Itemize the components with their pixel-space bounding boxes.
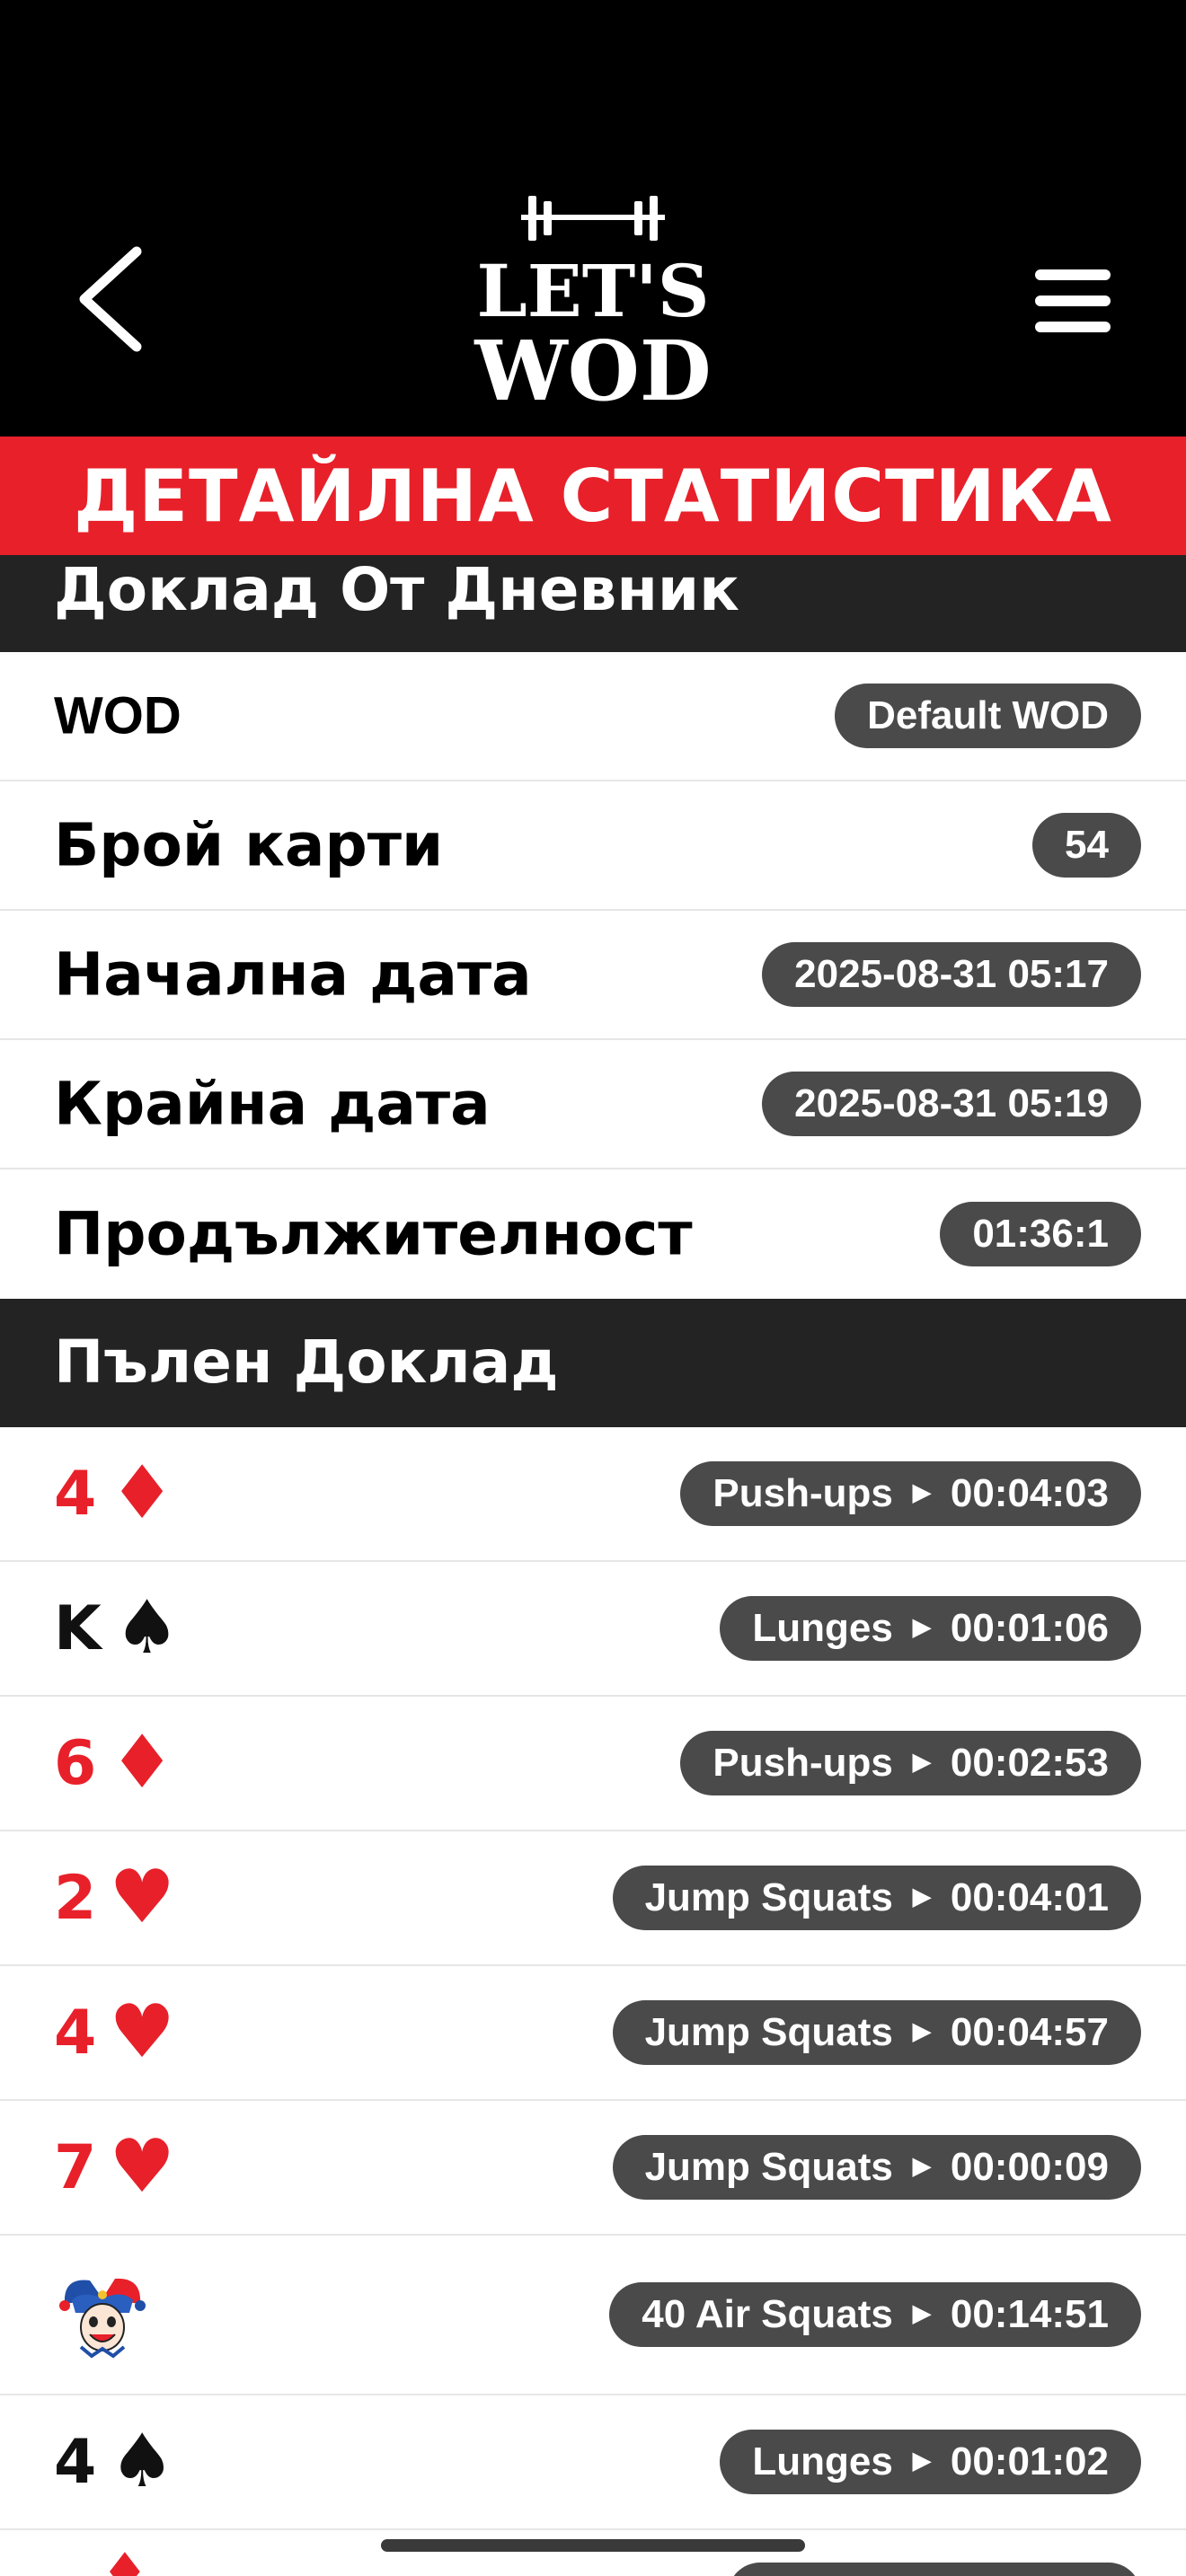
summary-label: Брой карти: [54, 810, 444, 880]
diamond-icon: ♦: [101, 2542, 149, 2576]
exercise-time: 00:04:03: [950, 1471, 1109, 1515]
play-arrow-icon: ▶: [912, 1478, 931, 1506]
joker-icon: [59, 2278, 146, 2359]
summary-value-badge: Default WOD: [835, 684, 1141, 748]
exercise-time: 00:14:51: [950, 2292, 1109, 2336]
play-arrow-icon: ▶: [912, 1748, 931, 1776]
play-arrow-icon: ▶: [912, 1883, 931, 1910]
page-title-banner: ДЕТАЙЛНА СТАТИСТИКА: [0, 437, 1186, 555]
full-report-section-title: Пълен Доклад: [54, 1328, 559, 1397]
exercise-name: Push-ups: [712, 1741, 893, 1785]
card-rank: K: [54, 1592, 102, 1664]
exercise-time: 00:04:57: [950, 2010, 1109, 2054]
summary-row-end-date: Крайна дата 2025-08-31 05:19: [0, 1040, 1186, 1169]
exercise-time: 00:01:06: [950, 1606, 1109, 1650]
exercise-time-badge: [728, 2563, 1141, 2576]
diamond-icon: ♦: [109, 1720, 175, 1805]
play-arrow-icon: ▶: [912, 2017, 931, 2045]
heart-icon: ♥: [109, 1989, 175, 2075]
summary-label: Продължителност: [54, 1199, 693, 1269]
exercise-time-badge: Lunges ▶ 00:01:06: [720, 1596, 1141, 1661]
exercise-time-badge: Jump Squats ▶ 00:00:09: [612, 2135, 1141, 2200]
card-face: 4 ♠: [54, 2425, 175, 2499]
report-row[interactable]: 2 ♥ Jump Squats ▶ 00:04:01: [0, 1831, 1186, 1966]
exercise-name: Jump Squats: [644, 2010, 893, 2054]
app-header: LET'S WOD: [0, 0, 1186, 437]
card-face: 4 ♦: [54, 1457, 175, 1531]
summary-label: WOD: [54, 686, 181, 745]
summary-section-title: Доклад От Дневник: [54, 555, 739, 624]
report-row[interactable]: K ♠ Lunges ▶ 00:01:06: [0, 1562, 1186, 1697]
exercise-time: 00:00:09: [950, 2145, 1109, 2189]
summary-value-badge: 2025-08-31 05:17: [762, 942, 1141, 1007]
exercise-name: 40 Air Squats: [642, 2292, 893, 2336]
exercise-name: Jump Squats: [644, 2145, 893, 2189]
exercise-name: Jump Squats: [644, 1875, 893, 1919]
play-arrow-icon: ▶: [912, 1613, 931, 1641]
exercise-time-badge: Push-ups ▶ 00:02:53: [680, 1731, 1141, 1795]
exercise-name: Lunges: [752, 2439, 893, 2483]
report-row[interactable]: 4 ♥ Jump Squats ▶ 00:04:57: [0, 1966, 1186, 2101]
summary-row-wod: WOD Default WOD: [0, 652, 1186, 781]
report-row[interactable]: 6 ♦ Push-ups ▶ 00:02:53: [0, 1697, 1186, 1831]
heart-icon: ♥: [109, 2124, 175, 2210]
chevron-left-icon: [79, 246, 142, 352]
card-rank: 2: [54, 1862, 97, 1934]
full-report-section-header: Пълен Доклад: [0, 1299, 1186, 1427]
svg-text:LET'S: LET'S: [476, 249, 709, 333]
card-face: 4 ♥: [54, 1996, 175, 2069]
exercise-time-badge: Lunges ▶ 00:01:02: [720, 2430, 1141, 2494]
barbell-icon: [521, 196, 665, 241]
summary-row-start-date: Начална дата 2025-08-31 05:17: [0, 911, 1186, 1040]
report-row[interactable]: 4 ♠ Lunges ▶ 00:01:02: [0, 2395, 1186, 2530]
report-row[interactable]: 40 Air Squats ▶ 00:14:51: [0, 2236, 1186, 2395]
card-face: 2 ♥: [54, 1861, 175, 1935]
report-row[interactable]: 4 ♦ Push-ups ▶ 00:04:03: [0, 1427, 1186, 1562]
heart-icon: ♥: [109, 1855, 175, 1940]
card-rank: 4: [54, 2426, 97, 2498]
exercise-time-badge: Jump Squats ▶ 00:04:01: [612, 1866, 1141, 1930]
summary-value-badge: 01:36:1: [940, 1202, 1141, 1266]
summary-section-header: Доклад От Дневник: [0, 555, 1186, 652]
card-rank: 4: [54, 1458, 97, 1530]
exercise-time: 00:01:02: [950, 2439, 1109, 2483]
spade-icon: ♠: [109, 2419, 175, 2504]
hamburger-menu-icon: [1035, 269, 1111, 332]
spade-icon: ♠: [113, 1585, 181, 1671]
card-rank: 7: [54, 2131, 97, 2203]
back-button[interactable]: [65, 241, 164, 357]
card-face: K ♠: [54, 1592, 180, 1665]
home-indicator[interactable]: [381, 2539, 805, 2552]
lets-wod-logo: LET'S WOD: [467, 189, 719, 419]
exercise-name: Lunges: [752, 1606, 893, 1650]
play-arrow-icon: ▶: [912, 2447, 931, 2475]
card-face: 6 ♦: [54, 1726, 175, 1800]
exercise-time-badge: 40 Air Squats ▶ 00:14:51: [609, 2282, 1141, 2347]
summary-row-card-count: Брой карти 54: [0, 781, 1186, 911]
card-rank: 4: [54, 1997, 97, 2069]
exercise-time: 00:04:01: [950, 1875, 1109, 1919]
card-rank: 6: [54, 1727, 97, 1799]
summary-label: Начална дата: [54, 940, 532, 1010]
report-row-partial[interactable]: ♦: [0, 2530, 1186, 2576]
summary-value-badge: 54: [1032, 813, 1141, 878]
summary-value-badge: 2025-08-31 05:19: [762, 1072, 1141, 1136]
menu-button[interactable]: [1022, 264, 1121, 338]
exercise-time-badge: Push-ups ▶ 00:04:03: [680, 1461, 1141, 1526]
exercise-time: 00:02:53: [950, 1741, 1109, 1785]
svg-text:WOD: WOD: [474, 322, 711, 413]
summary-row-duration: Продължителност 01:36:1: [0, 1169, 1186, 1299]
page-title: ДЕТАЙЛНА СТАТИСТИКА: [74, 454, 1112, 538]
report-row[interactable]: 7 ♥ Jump Squats ▶ 00:00:09: [0, 2101, 1186, 2236]
exercise-name: Push-ups: [712, 1471, 893, 1515]
summary-label: Крайна дата: [54, 1069, 491, 1139]
card-face: 7 ♥: [54, 2130, 175, 2204]
play-arrow-icon: ▶: [912, 2299, 931, 2327]
exercise-time-badge: Jump Squats ▶ 00:04:57: [612, 2000, 1141, 2065]
diamond-icon: ♦: [109, 1451, 175, 1536]
play-arrow-icon: ▶: [912, 2152, 931, 2180]
